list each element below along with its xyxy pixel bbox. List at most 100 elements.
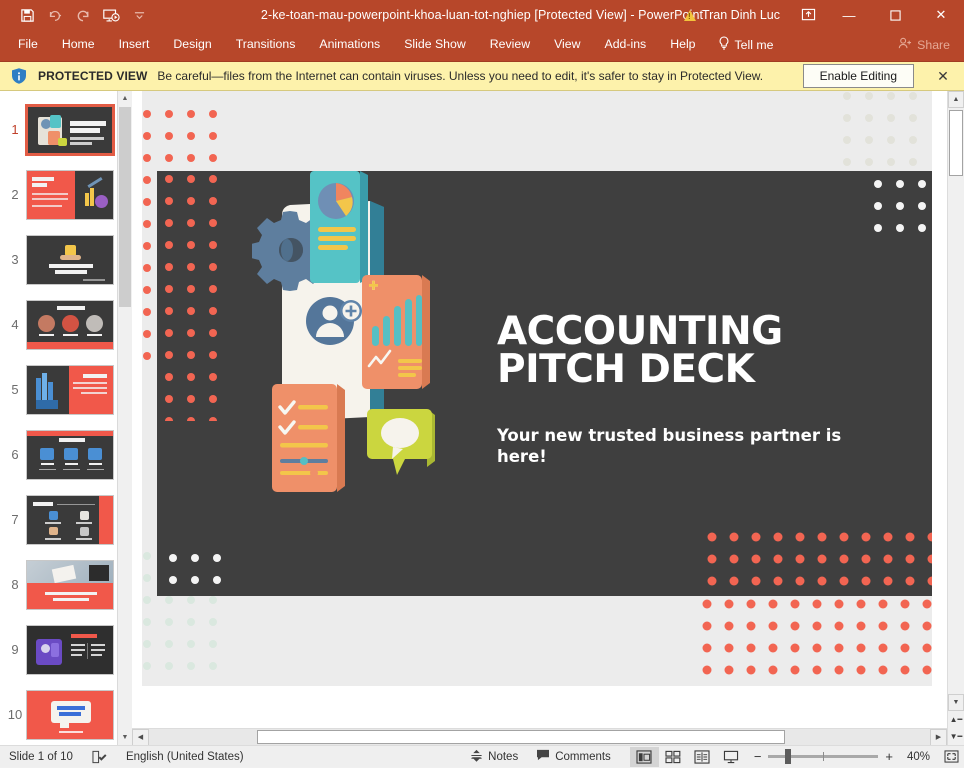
- slide-canvas[interactable]: ACCOUNTING PITCH DECK Your new trusted b…: [142, 91, 932, 686]
- horizontal-scroll-thumb[interactable]: [257, 730, 785, 744]
- slide-thumbnail-7[interactable]: 7: [0, 487, 132, 552]
- notes-icon: [470, 749, 483, 765]
- scroll-right-icon[interactable]: ▶: [930, 729, 947, 746]
- language-indicator[interactable]: English (United States): [117, 746, 253, 768]
- zoom-control[interactable]: − + 40%: [746, 749, 938, 764]
- view-slide-sorter-button[interactable]: [659, 747, 688, 767]
- slide-counter[interactable]: Slide 1 of 10: [0, 746, 82, 768]
- title-bar: 2-ke-toan-mau-powerpoint-khoa-luan-tot-n…: [0, 0, 964, 30]
- orange-checklist-card: [272, 384, 345, 492]
- slide-thumbnail-5[interactable]: 5: [0, 357, 132, 422]
- tab-view[interactable]: View: [542, 30, 592, 59]
- close-protected-view-icon[interactable]: ✕: [930, 68, 956, 85]
- share-person-icon: [898, 37, 912, 53]
- zoom-slider-midpoint: [823, 752, 824, 761]
- tab-add-ins[interactable]: Add-ins: [593, 30, 659, 59]
- slide-thumbnail-preview[interactable]: [26, 300, 114, 350]
- accounting-3d-illustration: [252, 171, 467, 501]
- previous-slide-button[interactable]: ▲━: [948, 711, 964, 728]
- slide-title[interactable]: ACCOUNTING PITCH DECK: [497, 313, 783, 389]
- notes-button[interactable]: Notes: [461, 746, 527, 768]
- slide-thumbnail-preview[interactable]: [26, 170, 114, 220]
- redo-icon[interactable]: [70, 3, 96, 27]
- slide-thumbnail-1[interactable]: 1: [0, 97, 132, 162]
- slide-thumbnail-9[interactable]: 9: [0, 617, 132, 682]
- fit-slide-to-window-button[interactable]: [938, 750, 964, 763]
- slide-thumbnail-preview[interactable]: [26, 430, 114, 480]
- slide-dotgrid-bottomright-coral: [702, 526, 932, 596]
- vertical-scroll-thumb[interactable]: [949, 110, 963, 176]
- scroll-up-icon[interactable]: ▲: [948, 91, 964, 108]
- scroll-down-icon[interactable]: ▼: [948, 694, 964, 711]
- slide-dotgrid-left: [157, 171, 217, 421]
- tab-help[interactable]: Help: [658, 30, 707, 59]
- ribbon-display-options-icon[interactable]: [790, 0, 826, 30]
- zoom-in-button[interactable]: +: [885, 749, 893, 764]
- share-button[interactable]: Share: [888, 37, 964, 53]
- tab-design[interactable]: Design: [161, 30, 223, 59]
- slide-thumbnail-preview[interactable]: [26, 105, 114, 155]
- comment-bubble-icon: [536, 749, 550, 764]
- quick-access-toolbar: [0, 3, 152, 27]
- tell-me-search[interactable]: Tell me: [708, 36, 784, 53]
- comments-button[interactable]: Comments: [527, 746, 620, 768]
- scroll-left-icon[interactable]: ◀: [132, 729, 149, 746]
- user-account[interactable]: Tran Dinh Luc: [674, 8, 790, 22]
- status-bar: Slide 1 of 10 English (United States) No…: [0, 745, 964, 767]
- slide-vertical-scrollbar[interactable]: ▲ ▼ ▲━ ▼━: [947, 91, 964, 745]
- next-slide-button[interactable]: ▼━: [948, 728, 964, 745]
- slide-dotgrid-topright-white: [870, 171, 932, 241]
- slide-horizontal-scrollbar[interactable]: ◀ ▶: [132, 728, 947, 745]
- slide-thumbnail-3[interactable]: 3: [0, 227, 132, 292]
- tab-transitions[interactable]: Transitions: [224, 30, 308, 59]
- slide-thumbnail-6[interactable]: 6: [0, 422, 132, 487]
- tab-insert[interactable]: Insert: [107, 30, 162, 59]
- slide-surface[interactable]: ACCOUNTING PITCH DECK Your new trusted b…: [157, 171, 932, 596]
- slide-subtitle[interactable]: Your new trusted business partner is her…: [497, 426, 842, 467]
- tab-home[interactable]: Home: [50, 30, 107, 59]
- slide-thumbnail-preview[interactable]: [26, 560, 114, 610]
- slide-thumbnail-preview[interactable]: [26, 625, 114, 675]
- thumbnail-scrollbar[interactable]: ▲ ▼: [117, 91, 132, 745]
- zoom-slider-knob[interactable]: [785, 749, 791, 764]
- share-label: Share: [917, 38, 950, 52]
- thumbnail-scroll-down-icon[interactable]: ▼: [118, 730, 132, 745]
- slide-thumbnail-4[interactable]: 4: [0, 292, 132, 357]
- customize-qat-icon[interactable]: [126, 3, 152, 27]
- slide-thumbnail-number: 7: [4, 512, 26, 527]
- zoom-out-button[interactable]: −: [754, 749, 762, 764]
- save-icon[interactable]: [14, 3, 40, 27]
- close-button[interactable]: ✕: [918, 0, 964, 30]
- slide-thumbnail-preview[interactable]: [26, 690, 114, 740]
- shield-info-icon: [10, 67, 28, 85]
- slide-thumbnail-8[interactable]: 8: [0, 552, 132, 617]
- comments-label: Comments: [555, 751, 611, 763]
- thumbnail-scroll-up-icon[interactable]: ▲: [118, 91, 132, 106]
- slide-thumbnail-preview[interactable]: [26, 235, 114, 285]
- notes-label: Notes: [488, 751, 518, 763]
- slide-dotgrid-bottomleft-white: [165, 550, 223, 596]
- protected-view-label: PROTECTED VIEW: [38, 69, 147, 83]
- start-presentation-icon[interactable]: [98, 3, 124, 27]
- view-slideshow-button[interactable]: [717, 747, 746, 767]
- zoom-slider-track[interactable]: [768, 755, 878, 758]
- slide-thumbnail-10[interactable]: 10: [0, 682, 132, 745]
- tab-slide-show[interactable]: Slide Show: [392, 30, 478, 59]
- tab-review[interactable]: Review: [478, 30, 542, 59]
- user-name: Tran Dinh Luc: [702, 8, 780, 22]
- slide-thumbnail-2[interactable]: 2: [0, 162, 132, 227]
- slide-title-line2: PITCH DECK: [497, 351, 783, 389]
- view-normal-button[interactable]: [630, 747, 659, 767]
- minimize-button[interactable]: —: [826, 0, 872, 30]
- zoom-level-label[interactable]: 40%: [900, 751, 930, 763]
- undo-icon[interactable]: [42, 3, 68, 27]
- slide-thumbnail-preview[interactable]: [26, 365, 114, 415]
- tab-file[interactable]: File: [6, 30, 50, 59]
- enable-editing-button[interactable]: Enable Editing: [803, 64, 914, 88]
- slide-thumbnail-preview[interactable]: [26, 495, 114, 545]
- view-reading-button[interactable]: [688, 747, 717, 767]
- restore-button[interactable]: [872, 0, 918, 30]
- tab-animations[interactable]: Animations: [307, 30, 392, 59]
- thumbnail-scroll-thumb[interactable]: [119, 107, 131, 307]
- accessibility-checker-icon[interactable]: [82, 746, 117, 768]
